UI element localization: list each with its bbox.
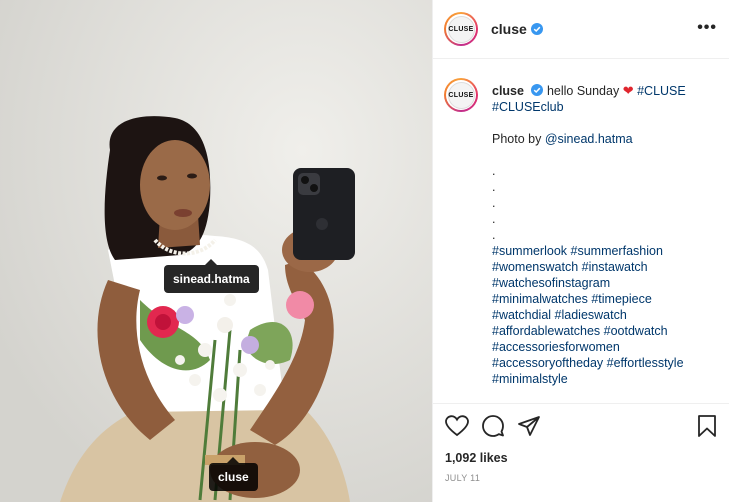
- caption-story-ring[interactable]: CLUSE: [444, 78, 478, 112]
- hashtag-line[interactable]: #watchdial #ladieswatch: [492, 307, 718, 323]
- more-options-button[interactable]: •••: [697, 19, 717, 37]
- post-photo[interactable]: sinead.hatma cluse: [0, 0, 432, 502]
- caption-text: cluse hello Sunday ❤ #CLUSE #CLUSEclub P…: [492, 83, 718, 387]
- header-username[interactable]: cluse: [491, 21, 527, 37]
- hashtag-cluseclub[interactable]: #CLUSEclub: [492, 100, 564, 114]
- user-tag-cluse[interactable]: cluse: [209, 457, 258, 491]
- hashtag-line[interactable]: #watchesofinstagram: [492, 275, 718, 291]
- share-button[interactable]: [517, 414, 541, 438]
- avatar: CLUSE: [447, 15, 475, 43]
- post-header: CLUSE cluse •••: [433, 0, 729, 59]
- comment-button[interactable]: [481, 414, 505, 438]
- hashtag-line[interactable]: #accessoryoftheday #effortlesstyle: [492, 355, 718, 371]
- likes-count[interactable]: 1,092 likes: [445, 451, 718, 465]
- hashtag-line[interactable]: #womenswatch #instawatch: [492, 259, 718, 275]
- hashtag-line[interactable]: #minimalwatches #timepiece: [492, 291, 718, 307]
- hashtag-line[interactable]: #affordablewatches #ootdwatch: [492, 323, 718, 339]
- hashtag-cluse[interactable]: #CLUSE: [637, 84, 686, 98]
- post-side-panel: CLUSE cluse ••• CLUSE cluse hello Sunday: [432, 0, 729, 502]
- caption-dot: .: [492, 228, 496, 242]
- caption-username[interactable]: cluse: [492, 84, 524, 98]
- caption-dot: .: [492, 196, 496, 210]
- caption-avatar: CLUSE: [447, 81, 475, 109]
- caption-dot: .: [492, 212, 496, 226]
- heart-icon: [445, 415, 469, 437]
- photo-illustration: [0, 0, 432, 502]
- caption-dot: .: [492, 180, 496, 194]
- like-button[interactable]: [445, 415, 469, 437]
- user-tag-sinead[interactable]: sinead.hatma: [164, 259, 259, 293]
- post-actions: 1,092 likes JULY 11: [433, 403, 729, 483]
- post-date[interactable]: JULY 11: [445, 473, 718, 483]
- story-ring[interactable]: CLUSE: [444, 12, 478, 46]
- caption-dot: .: [492, 164, 496, 178]
- heart-emoji-icon: ❤: [622, 83, 634, 98]
- hashtag-line[interactable]: #accessoriesforwomen: [492, 339, 718, 355]
- bookmark-icon: [698, 415, 716, 437]
- caption-area: CLUSE cluse hello Sunday ❤ #CLUSE #CLUSE…: [433, 59, 729, 402]
- action-icons: [445, 414, 718, 438]
- hashtag-line[interactable]: #summerlook #summerfashion: [492, 243, 718, 259]
- verified-badge-icon: [530, 23, 543, 35]
- photo-credit-handle[interactable]: @sinead.hatma: [545, 132, 633, 146]
- caption-verified-badge-icon: [531, 84, 544, 96]
- hashtag-line[interactable]: #minimalstyle: [492, 371, 718, 387]
- photo-credit-prefix: Photo by: [492, 132, 545, 146]
- paper-plane-icon: [518, 416, 540, 436]
- comment-icon: [482, 415, 504, 437]
- save-button[interactable]: [696, 414, 718, 443]
- caption-message: hello Sunday: [546, 84, 620, 98]
